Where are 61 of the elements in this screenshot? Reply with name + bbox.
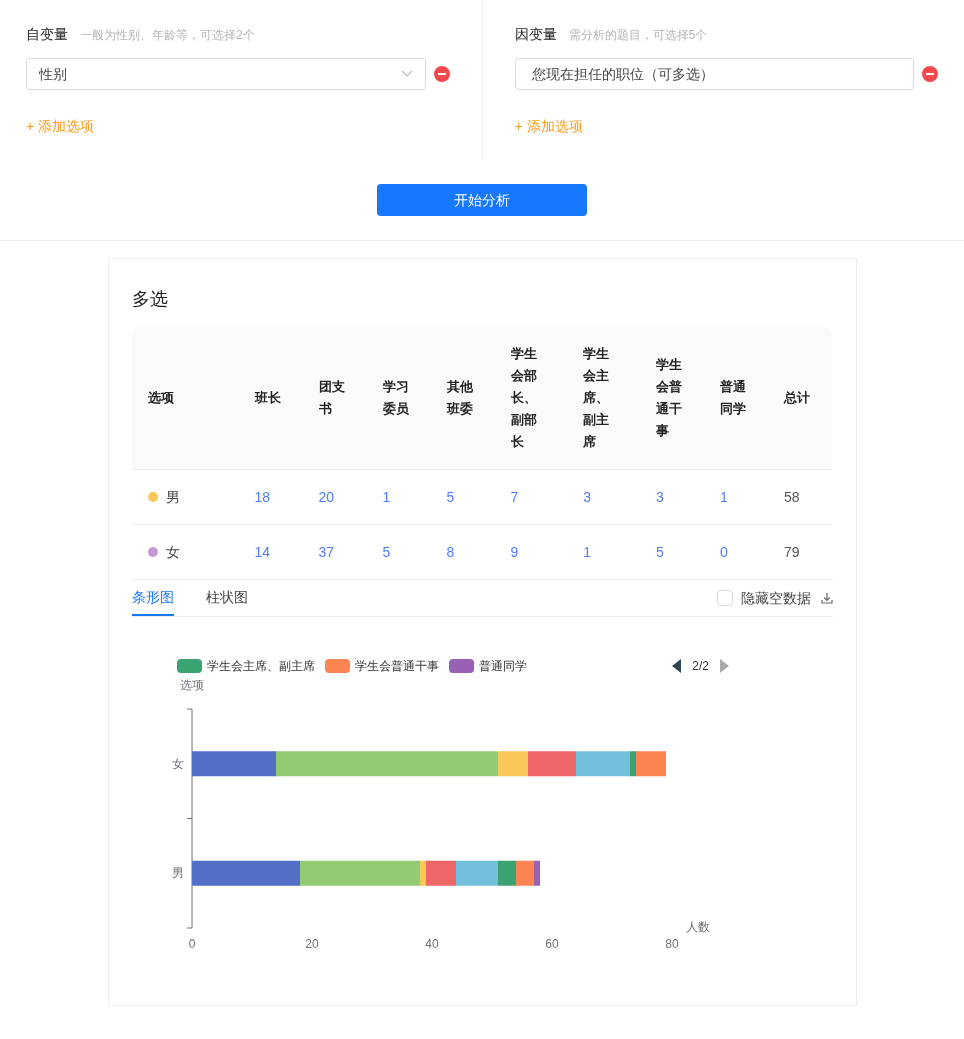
table-cell: 58 [784, 488, 800, 505]
start-analysis-button[interactable]: 开始分析 [377, 184, 587, 216]
hint-text: 一般为性别、年龄等，可选择2个 [80, 27, 255, 43]
table-cell: 3 [656, 488, 664, 505]
axis-label: 60 [545, 937, 559, 951]
table-cell: 3 [583, 488, 592, 505]
section-label: 因变量 [514, 25, 557, 44]
checkbox[interactable] [717, 590, 733, 606]
download-icon[interactable] [821, 592, 833, 604]
axis-title: 人数 [686, 920, 710, 934]
table-cell-text: 男 [166, 487, 180, 507]
table-cell: 18 [254, 488, 271, 505]
column-header: 学生会普通干事 [656, 355, 683, 440]
table-cell: 37 [318, 543, 335, 560]
table-cell: 7 [510, 488, 519, 505]
column-header: 团支书 [318, 377, 346, 418]
select-field[interactable]: 性别 [26, 58, 426, 90]
table-cell: 5 [382, 543, 391, 560]
table-cell: 8 [446, 543, 455, 560]
column-header: 总计 [784, 388, 811, 407]
previous-page-icon[interactable] [672, 659, 683, 673]
column-header: 学生会主席、副主席 [583, 344, 611, 451]
table-cell: 9 [510, 543, 519, 560]
table-cell: 20 [318, 488, 335, 505]
column-header: 学生会部长、副部长 [510, 344, 538, 451]
axis-label: 0 [188, 937, 196, 951]
legend-label[interactable]: 学生会普通干事 [355, 658, 439, 674]
axis-label: 20 [305, 937, 319, 951]
table-cell: 5 [446, 488, 455, 505]
table-cell: 1 [382, 488, 391, 505]
axis-label: 男 [172, 866, 184, 881]
table-cell: 14 [254, 543, 271, 560]
column-header: 其他班委 [446, 377, 474, 418]
column-header: 学习委员 [382, 377, 410, 418]
legend-label[interactable]: 学生会主席、副主席 [207, 658, 315, 674]
legend-page-indicator: 2/2 [692, 658, 709, 674]
column-header: 班长 [254, 388, 282, 407]
axis-label: 女 [172, 756, 184, 771]
axis-label: 40 [425, 937, 439, 951]
table-cell-text: 女 [166, 542, 180, 562]
column-header: 普通同学 [720, 377, 747, 418]
result-title: 多选 [132, 288, 169, 311]
remove-button[interactable] [922, 66, 938, 82]
hint-text: 需分析的题目，可选择5个 [568, 27, 708, 43]
axis-title: 选项 [180, 678, 204, 692]
axis-label: 80 [665, 937, 679, 951]
table-cell: 5 [656, 543, 664, 560]
table-cell: 0 [720, 543, 728, 560]
input-field[interactable]: 您现在担任的职位（可多选） [514, 58, 914, 90]
table-cell: 1 [720, 488, 728, 505]
legend-label[interactable]: 普通同学 [479, 658, 527, 674]
remove-button[interactable] [433, 66, 450, 82]
chart-tab[interactable]: 条形图 [132, 580, 174, 616]
table-cell: 79 [784, 543, 800, 560]
chart-tab[interactable]: 柱状图 [206, 580, 248, 616]
checkbox-label: 隐藏空数据 [741, 589, 811, 608]
chevron-down-icon [400, 70, 413, 78]
next-page-icon[interactable] [719, 659, 729, 673]
column-header: 选项 [148, 388, 175, 407]
section-label: 自变量 [26, 25, 68, 44]
table-cell: 1 [583, 543, 592, 560]
